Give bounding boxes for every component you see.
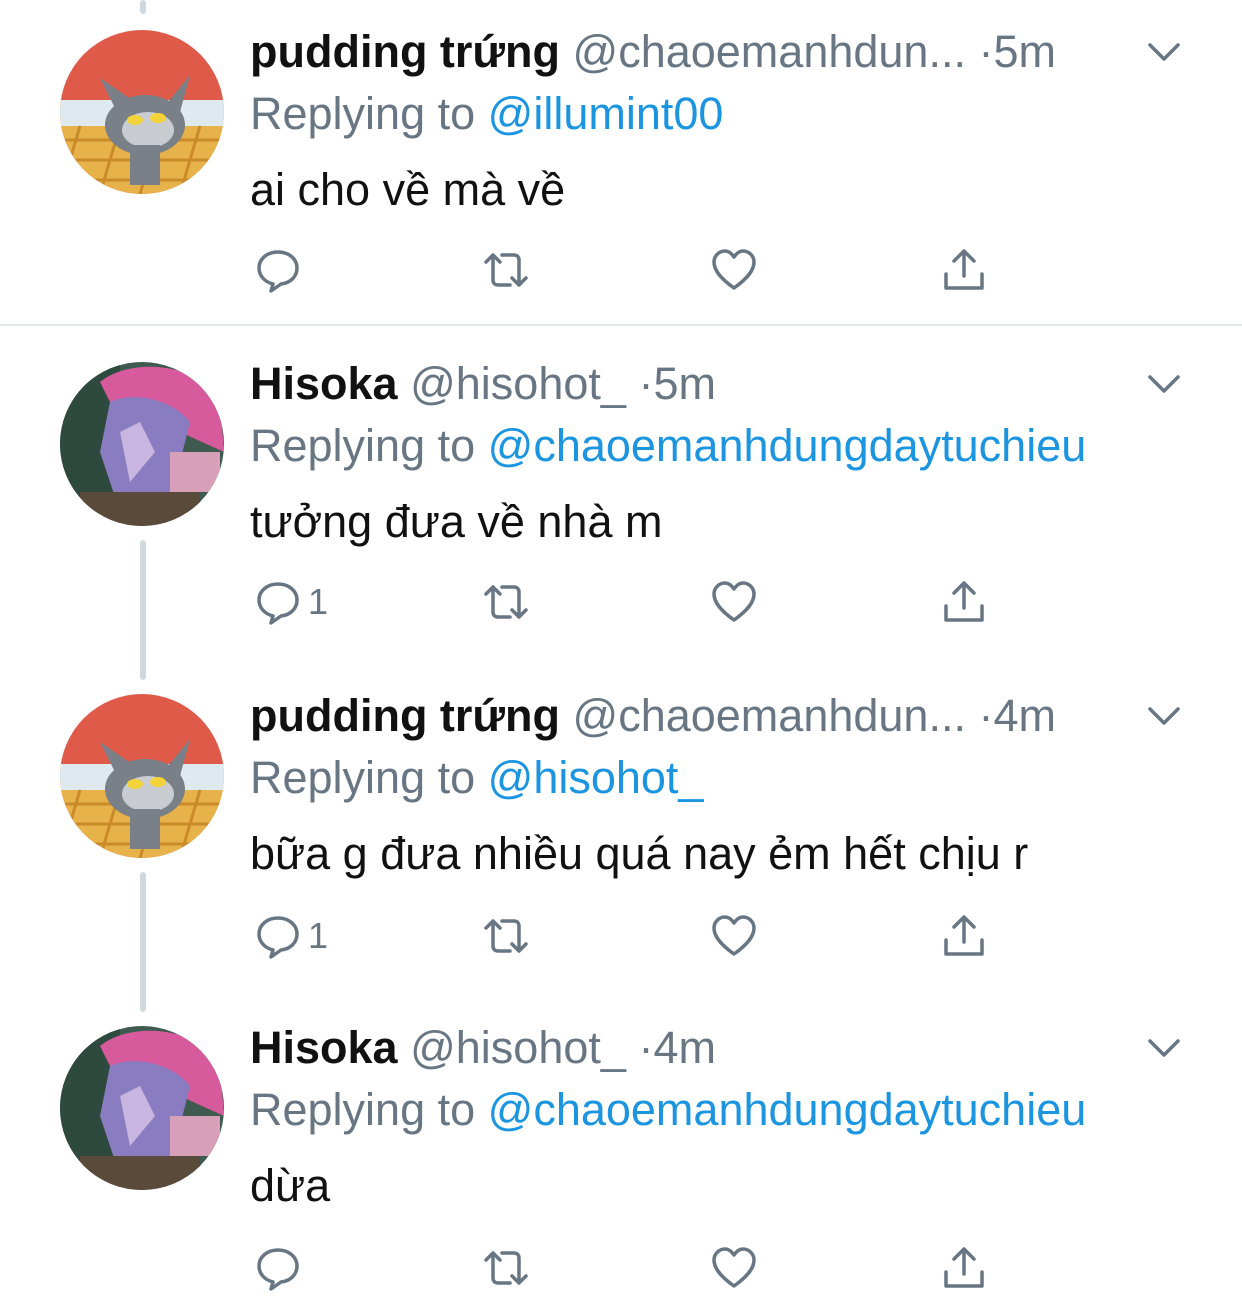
tweet-header: Hisoka @hisohot_ ·5m bbox=[250, 354, 1182, 414]
replying-prefix: Replying to bbox=[250, 752, 488, 803]
tweet-text: tưởng đưa về nhà m bbox=[250, 496, 663, 547]
avatar[interactable] bbox=[60, 1026, 224, 1190]
replying-to: Replying to @hisohot_ bbox=[250, 748, 703, 808]
heart-icon bbox=[712, 915, 756, 956]
tweet[interactable]: Hisoka @hisohot_ ·5m Replying to @chaoem… bbox=[0, 330, 1242, 666]
user-handle[interactable]: @chaoemanhdun... bbox=[573, 690, 966, 741]
tweet[interactable]: Hisoka @hisohot_ ·4m Replying to @chaoem… bbox=[0, 998, 1242, 1316]
reply-count: 1 bbox=[308, 915, 329, 956]
share-icon bbox=[944, 915, 984, 956]
chevron-down-icon[interactable] bbox=[1144, 1028, 1184, 1068]
hisoka-avatar-image bbox=[60, 362, 224, 526]
tom-cat-avatar-image bbox=[60, 30, 224, 194]
replying-prefix: Replying to bbox=[250, 88, 488, 139]
retweet-icon bbox=[484, 585, 528, 619]
reply-button[interactable]: 1 bbox=[254, 572, 328, 632]
share-button[interactable] bbox=[940, 240, 988, 300]
timestamp[interactable]: 4m bbox=[653, 1022, 716, 1073]
heart-icon bbox=[712, 1247, 756, 1288]
replying-to: Replying to @chaoemanhdungdaytuchieu bbox=[250, 416, 1086, 476]
reply-icon bbox=[257, 916, 299, 959]
chevron-down-icon[interactable] bbox=[1144, 32, 1184, 72]
avatar[interactable] bbox=[60, 30, 224, 194]
separator-dot: · bbox=[638, 1022, 654, 1073]
replying-prefix: Replying to bbox=[250, 420, 488, 471]
reply-button[interactable]: 1 bbox=[254, 906, 328, 966]
tweet[interactable]: pudding trứng @chaoemanhdun... ·5m Reply… bbox=[0, 0, 1242, 325]
share-icon bbox=[944, 249, 984, 290]
retweet-button[interactable] bbox=[482, 906, 530, 966]
reply-icon bbox=[257, 250, 299, 293]
chevron-down-icon[interactable] bbox=[1144, 364, 1184, 404]
tweet-header: pudding trứng @chaoemanhdun... ·4m bbox=[250, 686, 1182, 746]
retweet-button[interactable] bbox=[482, 240, 530, 300]
timestamp[interactable]: 4m bbox=[993, 690, 1056, 741]
tweet[interactable]: pudding trứng @chaoemanhdun... ·4m Reply… bbox=[0, 666, 1242, 998]
like-button[interactable] bbox=[710, 1238, 758, 1298]
tweet-divider bbox=[0, 324, 1242, 326]
share-icon bbox=[944, 1247, 984, 1288]
reply-button[interactable] bbox=[254, 240, 308, 300]
avatar[interactable] bbox=[60, 362, 224, 526]
mention-link[interactable]: @illumint00 bbox=[488, 88, 724, 139]
replying-prefix: Replying to bbox=[250, 1084, 488, 1135]
heart-icon bbox=[712, 249, 756, 290]
reply-icon bbox=[257, 582, 299, 625]
tweet-header: Hisoka @hisohot_ ·4m bbox=[250, 1018, 1182, 1078]
share-icon bbox=[944, 581, 984, 622]
retweet-button[interactable] bbox=[482, 572, 530, 632]
retweet-icon bbox=[484, 919, 528, 953]
reply-count: 1 bbox=[308, 581, 329, 622]
user-handle[interactable]: @hisohot_ bbox=[410, 358, 626, 409]
like-button[interactable] bbox=[710, 572, 758, 632]
separator-dot: · bbox=[638, 358, 654, 409]
tweet-text: dừa bbox=[250, 1160, 331, 1211]
display-name[interactable]: pudding trứng bbox=[250, 26, 560, 77]
tom-cat-avatar-image bbox=[60, 694, 224, 858]
hisoka-avatar-image bbox=[60, 1026, 224, 1190]
timestamp[interactable]: 5m bbox=[653, 358, 716, 409]
mention-link[interactable]: @hisohot_ bbox=[488, 752, 704, 803]
replying-to: Replying to @chaoemanhdungdaytuchieu bbox=[250, 1080, 1086, 1140]
mention-link[interactable]: @chaoemanhdungdaytuchieu bbox=[488, 420, 1087, 471]
chevron-down-icon[interactable] bbox=[1144, 696, 1184, 736]
tweet-header: pudding trứng @chaoemanhdun... ·5m bbox=[250, 22, 1182, 82]
like-button[interactable] bbox=[710, 906, 758, 966]
reply-icon bbox=[257, 1248, 299, 1291]
display-name[interactable]: pudding trứng bbox=[250, 690, 560, 741]
share-button[interactable] bbox=[940, 572, 988, 632]
retweet-icon bbox=[484, 253, 528, 287]
user-handle[interactable]: @hisohot_ bbox=[410, 1022, 626, 1073]
display-name[interactable]: Hisoka bbox=[250, 358, 398, 409]
share-button[interactable] bbox=[940, 906, 988, 966]
like-button[interactable] bbox=[710, 240, 758, 300]
tweet-text: bữa g đưa nhiều quá nay ẻm hết chịu r bbox=[250, 828, 1029, 879]
heart-icon bbox=[712, 581, 756, 622]
avatar[interactable] bbox=[60, 694, 224, 858]
display-name[interactable]: Hisoka bbox=[250, 1022, 398, 1073]
tweet-text: ai cho về mà về bbox=[250, 164, 566, 215]
timestamp[interactable]: 5m bbox=[993, 26, 1056, 77]
retweet-icon bbox=[484, 1251, 528, 1285]
retweet-button[interactable] bbox=[482, 1238, 530, 1298]
mention-link[interactable]: @chaoemanhdungdaytuchieu bbox=[488, 1084, 1087, 1135]
replying-to: Replying to @illumint00 bbox=[250, 84, 723, 144]
share-button[interactable] bbox=[940, 1238, 988, 1298]
reply-button[interactable] bbox=[254, 1238, 308, 1298]
separator-dot: · bbox=[978, 690, 994, 741]
separator-dot: · bbox=[978, 26, 994, 77]
user-handle[interactable]: @chaoemanhdun... bbox=[573, 26, 966, 77]
